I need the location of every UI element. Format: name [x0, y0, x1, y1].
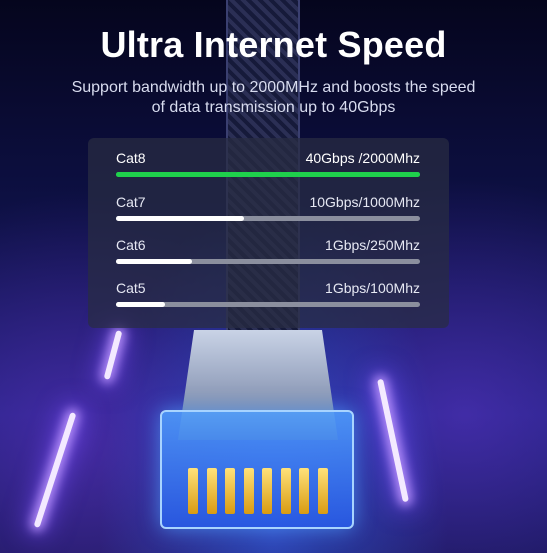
contact-pin: [243, 468, 254, 514]
subtitle-line-2: of data transmission up to 40Gbps: [151, 99, 396, 116]
contact-pin: [206, 468, 217, 514]
contact-pin: [262, 468, 273, 514]
speed-bar-fill: [116, 216, 244, 221]
category-label: Cat7: [116, 194, 146, 210]
category-label: Cat8: [116, 150, 146, 166]
speed-value: 1Gbps/100Mhz: [325, 280, 420, 296]
speed-comparison-panel: Cat8 40Gbps /2000Mhz Cat7 10Gbps/1000Mhz…: [88, 138, 449, 328]
speed-value: 40Gbps /2000Mhz: [305, 150, 420, 166]
light-streak-left: [33, 412, 77, 528]
category-label: Cat6: [116, 237, 146, 253]
contact-pin: [280, 468, 291, 514]
speed-bar-track: [116, 172, 420, 177]
gold-contacts: [188, 468, 328, 518]
speed-bar-fill: [116, 302, 165, 307]
speed-bar-fill: [116, 259, 192, 264]
page-title: Ultra Internet Speed: [100, 24, 447, 65]
light-streak-left-small: [103, 330, 123, 380]
speed-bar-track: [116, 302, 420, 307]
speed-bar-track: [116, 259, 420, 264]
speed-bar-track: [116, 216, 420, 221]
contact-pin: [225, 468, 236, 514]
contact-pin: [299, 468, 310, 514]
subtitle-line-1: Support bandwidth up to 2000MHz and boos…: [71, 79, 476, 96]
light-streak-right: [377, 378, 409, 503]
speed-bar-fill: [116, 172, 420, 177]
category-label: Cat5: [116, 280, 146, 296]
contact-pin: [317, 468, 328, 514]
speed-value: 1Gbps/250Mhz: [325, 237, 420, 253]
contact-pin: [188, 468, 198, 514]
speed-value: 10Gbps/1000Mhz: [309, 194, 420, 210]
page-subtitle: Support bandwidth up to 2000MHz and boos…: [20, 78, 527, 118]
